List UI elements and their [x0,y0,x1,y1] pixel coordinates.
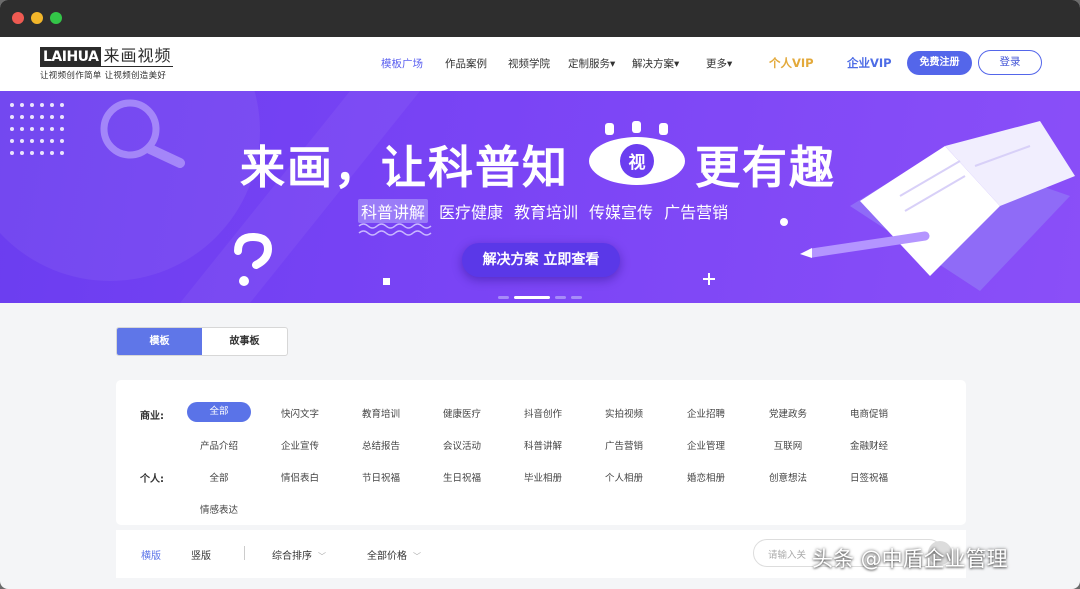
filter-item[interactable]: 党建政务 [756,406,820,420]
carousel-indicator [498,287,587,303]
filter-item[interactable]: 企业招聘 [674,406,738,420]
filter-personal-all[interactable]: 全部 [187,470,251,484]
banner-cta-button[interactable]: 解决方案 立即查看 [462,243,620,277]
filter-item[interactable]: 金融财经 [837,438,901,452]
price-dropdown[interactable]: 全部价格 ﹀ [367,547,421,562]
plus-decoration [703,273,715,285]
filter-item[interactable]: 互联网 [756,438,820,452]
sort-dropdown-label: 综合排序 [272,551,312,562]
watermark: 头条 @中盾企业管理 [812,547,1008,571]
filter-item[interactable]: 健康医疗 [430,406,494,420]
filter-item[interactable]: 电商促销 [837,406,901,420]
minimize-window-button[interactable] [31,12,43,24]
filter-item[interactable]: 创意想法 [756,470,820,484]
filter-item[interactable]: 节日祝福 [349,470,413,484]
filter-item[interactable]: 企业管理 [674,438,738,452]
filter-item[interactable]: 企业宣传 [268,438,332,452]
logo-cn: 来画视频 [101,45,174,67]
filter-item[interactable]: 个人相册 [592,470,656,484]
filter-item[interactable]: 广告营销 [592,438,656,452]
chevron-down-icon: ﹀ [413,552,421,561]
tab-template[interactable]: 模板 [117,328,202,355]
filter-item[interactable]: 生日祝福 [430,470,494,484]
nav-work-cases[interactable]: 作品案例 [445,56,487,71]
tab-storyboard[interactable]: 故事板 [202,328,287,355]
category-filter-panel: 商业: 全部 快闪文字 教育培训 健康医疗 抖音创作 实拍视频 企业招聘 党建政… [116,380,966,525]
personal-label: 个人: [140,474,164,485]
top-navbar: LAIHUA 来画视频 让视频创作简单 让视频创造美好 模板广场 作品案例 视频学… [0,37,1080,91]
portrait-toggle[interactable]: 竖版 [191,547,211,562]
open-book-illustration [800,121,1075,291]
login-button[interactable]: 登录 [978,50,1042,75]
carousel-dot[interactable] [555,296,566,299]
nav-video-academy[interactable]: 视频学院 [508,56,550,71]
logo-tagline: 让视频创作简单 让视频创造美好 [40,70,167,81]
square-decoration [383,278,390,285]
filter-item[interactable]: 情侣表白 [268,470,332,484]
filter-business-all[interactable]: 全部 [187,402,251,422]
banner-cat-science: 科普讲解 [358,199,429,223]
hero-banner[interactable]: 来画，让科普知 更有趣 视 科普讲解 医疗健康 教育培训 传媒宣传 广告营销 解决方案 … [0,91,1080,303]
divider [244,546,245,560]
maximize-window-button[interactable] [50,12,62,24]
filter-item[interactable]: 快闪文字 [268,406,332,420]
carousel-dot[interactable] [498,296,509,299]
banner-cat-education: 教育培训 [514,203,579,222]
squiggle-decoration [358,223,432,236]
filter-item[interactable]: 实拍视频 [592,406,656,420]
template-storyboard-tabs: 模板 故事板 [116,327,288,356]
browser-window: LAIHUA 来画视频 让视频创作简单 让视频创造美好 模板广场 作品案例 视频学… [0,0,1080,589]
banner-cat-ads: 广告营销 [664,203,729,222]
close-window-button[interactable] [12,12,24,24]
nav-template-square[interactable]: 模板广场 [381,56,423,71]
filter-item[interactable]: 情感表达 [187,502,251,516]
nav-solutions[interactable]: 解决方案▾ [632,56,679,71]
filter-item[interactable]: 科普讲解 [511,438,575,452]
filter-item[interactable]: 婚恋相册 [674,470,738,484]
carousel-dot-active[interactable] [514,296,550,299]
filter-item[interactable]: 抖音创作 [511,406,575,420]
chevron-down-icon: ﹀ [318,552,326,561]
eye-char: 视 [629,152,646,173]
circle-decoration [780,218,788,226]
landscape-toggle[interactable]: 横版 [141,547,161,562]
price-dropdown-label: 全部价格 [367,551,407,562]
corporate-vip-link[interactable]: 企业VIP [847,55,892,71]
banner-cat-medical: 医疗健康 [439,203,504,222]
nav-more[interactable]: 更多▾ [706,56,732,71]
laihua-logo[interactable]: LAIHUA 来画视频 让视频创作简单 让视频创造美好 [40,45,174,81]
banner-categories: 科普讲解 医疗健康 教育培训 传媒宣传 广告营销 [358,199,739,223]
banner-cat-media: 传媒宣传 [589,203,654,222]
filter-item[interactable]: 日签祝福 [837,470,901,484]
register-button[interactable]: 免费注册 [907,51,972,75]
personal-vip-link[interactable]: 个人VIP [769,55,814,71]
logo-brand: LAIHUA [40,46,102,67]
headline-part-a: 来画，让科普知 [240,141,570,194]
filter-item[interactable]: 毕业相册 [511,470,575,484]
carousel-dot[interactable] [571,296,582,299]
filter-item[interactable]: 产品介绍 [187,438,251,452]
business-label: 商业: [140,411,164,422]
filter-item[interactable]: 会议活动 [430,438,494,452]
filter-item[interactable]: 教育培训 [349,406,413,420]
banner-headline: 来画，让科普知 更有趣 [240,131,834,196]
eye-icon: 视 [589,121,685,185]
nav-custom-service[interactable]: 定制服务▾ [568,56,615,71]
window-titlebar [0,0,1080,37]
search-placeholder: 请输入关 [768,550,807,561]
sort-dropdown[interactable]: 综合排序 ﹀ [272,547,326,562]
filter-item[interactable]: 总结报告 [349,438,413,452]
headline-part-b: 更有趣 [695,141,837,194]
